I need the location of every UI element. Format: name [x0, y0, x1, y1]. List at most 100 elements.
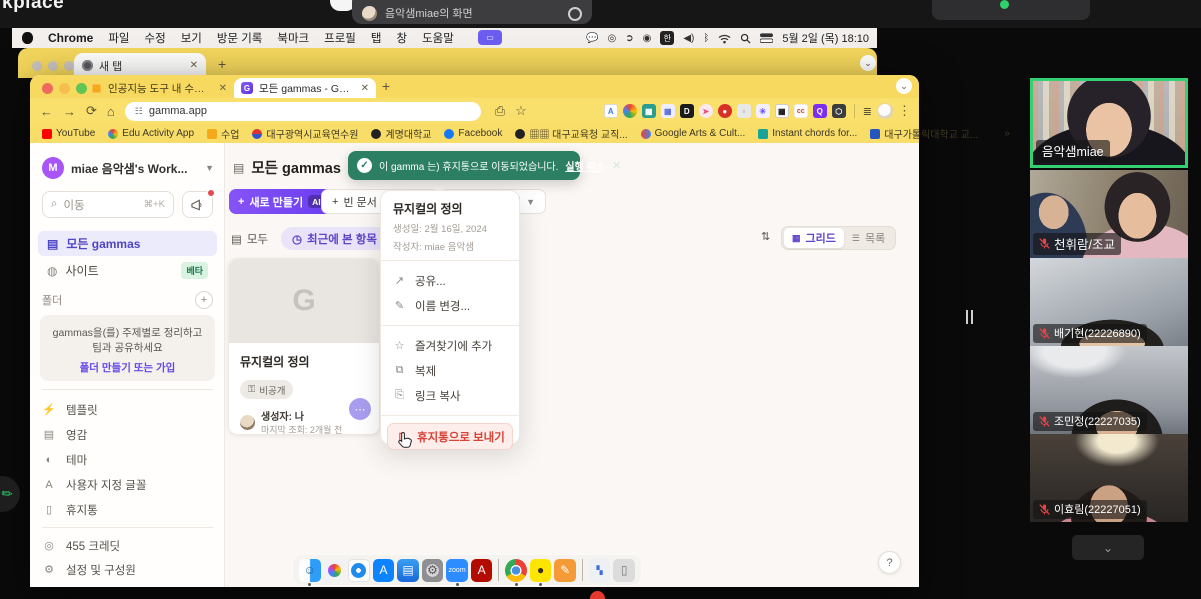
ext-teal-grid-icon[interactable]: ▦ [642, 104, 656, 118]
meeting-controls-pill[interactable] [932, 0, 1090, 20]
dock-settings-icon[interactable]: ⚙ [422, 559, 444, 582]
dock-finder-icon[interactable]: ☺ [299, 559, 321, 582]
dock-safari-icon[interactable] [348, 559, 370, 582]
sidebar-item-settings[interactable]: ⚙설정 및 구성원 [42, 557, 213, 582]
bookmark-star-icon[interactable]: ☆ [515, 103, 527, 119]
dock-chrome-icon[interactable] [505, 559, 527, 582]
create-folder-link[interactable]: 폴더 만들기 또는 가입 [40, 361, 215, 376]
dock-trash-icon[interactable]: ▯ [613, 559, 635, 582]
home-icon[interactable]: ⌂ [107, 104, 115, 119]
bookmark-youtube[interactable]: YouTube [42, 128, 95, 139]
bookmark-catholic-univ[interactable]: 대구가톨릭대학교 교... [870, 126, 978, 141]
apple-icon[interactable] [22, 32, 33, 44]
sidebar-item-sites[interactable]: ◍ 사이트 베타 [38, 258, 217, 283]
bluetooth-icon[interactable]: ᛒ [703, 33, 709, 44]
extensions-puzzle-icon[interactable]: ⬡ [832, 104, 846, 118]
ext-asterisk-icon[interactable]: ✳ [756, 104, 770, 118]
panel-resize-handle[interactable] [966, 310, 973, 324]
bookmark-facebook[interactable]: Facebook [444, 128, 502, 139]
tab-ai-tools[interactable]: 인공지능 도구 내 수업에 적용하기 ✕ [85, 78, 233, 98]
filter-recently-viewed[interactable]: ◷ 최근에 본 항목 [281, 227, 388, 250]
new-tab-button[interactable]: + [218, 56, 226, 72]
filter-all[interactable]: ▤ 모두 [231, 231, 268, 247]
dock-acrobat-icon[interactable]: A [471, 559, 493, 582]
video-tile[interactable]: 이효림(22227051) [1030, 434, 1188, 522]
tab-search-chevron-icon[interactable]: ⌄ [896, 78, 912, 94]
kebab-menu-icon[interactable]: ⋮ [898, 103, 911, 119]
back-icon[interactable]: ← [40, 104, 53, 119]
announcements-button[interactable] [182, 191, 213, 218]
window-controls-inactive[interactable] [32, 58, 80, 76]
workspace-switcher[interactable]: M miae 음악샘's Work... ▼ [42, 157, 214, 179]
sort-icon[interactable]: ⇅ [761, 230, 770, 243]
menu-item-copy-link[interactable]: ⎘링크 복사 [381, 383, 519, 408]
video-tile-speaker[interactable]: 음악샘miae [1030, 78, 1188, 168]
dock-minimized-window-thumbnail[interactable]: ▚ [589, 559, 611, 582]
ext-cc-icon[interactable]: cc [794, 104, 808, 118]
list-view-button[interactable]: ☰목록 [844, 230, 893, 246]
sidebar-item-custom-fonts[interactable]: A사용자 지정 글꼴 [42, 472, 213, 497]
adobe-cc-icon[interactable]: ◎ [607, 33, 616, 44]
menu-bookmarks[interactable]: 북마크 [277, 30, 309, 46]
input-source-icon[interactable]: 한 [660, 31, 674, 45]
profile-avatar[interactable] [877, 103, 893, 119]
sidebar-item-support[interactable]: ▣지원팀에 문의 [42, 580, 213, 587]
ext-purple-grid-icon[interactable]: ▦ [661, 104, 675, 118]
forward-icon[interactable]: → [63, 104, 76, 119]
close-tab-icon[interactable]: ✕ [361, 83, 369, 94]
site-info-icon[interactable]: ☷ [135, 106, 143, 117]
menu-item-rename[interactable]: ✎이름 변경... [381, 293, 519, 318]
spotlight-search-icon[interactable] [740, 33, 751, 44]
menu-help[interactable]: 도움말 [422, 30, 454, 46]
menu-item-add-favorite[interactable]: ☆즐겨찾기에 추가 [381, 333, 519, 358]
volume-icon[interactable]: ◀) [683, 33, 694, 44]
control-center-icon[interactable] [760, 33, 773, 43]
ext-translate-icon[interactable]: A [604, 104, 618, 118]
video-tile[interactable]: 조민정(22227035) [1030, 346, 1188, 434]
dock-launchpad-icon[interactable] [324, 559, 346, 582]
dock-pencil-app-icon[interactable]: ✎ [554, 559, 576, 582]
help-button[interactable]: ? [878, 551, 901, 574]
bookmark-daegu-edu[interactable]: 대구광역시교육연수원 [252, 126, 358, 141]
card-more-button[interactable]: ⋯ [349, 398, 371, 420]
menubar-clock[interactable]: 5월 2일 (목) 18:10 [782, 30, 869, 46]
reload-icon[interactable]: ⟳ [86, 103, 97, 119]
sidebar-item-credits[interactable]: ◎455 크레딧 [42, 533, 213, 558]
sidebar-item-templates[interactable]: ⚡템플릿 [42, 397, 213, 422]
sidebar-item-all-gammas[interactable]: ▤ 모든 gammas [38, 231, 217, 256]
video-tile[interactable]: 천휘람/조교 [1030, 170, 1188, 258]
sidebar-item-themes[interactable]: ◐테마 [42, 447, 213, 472]
dock-books-icon[interactable]: ▤ [397, 559, 419, 582]
menu-item-share[interactable]: ↗공유... [381, 268, 519, 293]
menu-history[interactable]: 방문 기록 [217, 30, 263, 46]
dock-app-store-icon[interactable]: A [373, 559, 395, 582]
undo-link[interactable]: 실행 취소 [565, 158, 605, 173]
grid-view-button[interactable]: ▦그리드 [784, 228, 844, 248]
menu-tab[interactable]: 탭 [371, 30, 382, 46]
menu-view[interactable]: 보기 [181, 30, 202, 46]
close-icon[interactable]: ✕ [612, 159, 621, 172]
sidebar-item-inspiration[interactable]: ▤영감 [42, 422, 213, 447]
menu-file[interactable]: 파일 [108, 30, 129, 46]
screen-share-pill[interactable]: 음악샘miae의 화면 [352, 0, 592, 24]
sidebar-item-trash[interactable]: ▯휴지통 [42, 497, 213, 522]
save-share-icon[interactable]: ⎙ [495, 103, 505, 119]
ext-gray-box-icon[interactable]: ▫ [737, 104, 751, 118]
bookmark-keimyung[interactable]: 계명대학교 [371, 126, 431, 141]
ext-q-icon[interactable]: Q [813, 104, 827, 118]
menu-edit[interactable]: 수정 [145, 30, 166, 46]
speech-bubble-icon[interactable]: 💬 [586, 33, 598, 44]
close-tab-icon[interactable]: ✕ [190, 60, 198, 71]
screen-record-indicator-icon[interactable]: ▭ [478, 30, 502, 45]
close-tab-icon[interactable]: ✕ [219, 83, 227, 94]
ext-qr-icon[interactable]: ▦ [775, 104, 789, 118]
new-tab-button[interactable]: + [382, 78, 390, 94]
add-folder-button[interactable]: + [195, 291, 213, 309]
bookmark-class[interactable]: 수업 [207, 126, 239, 141]
collapse-strip-button[interactable]: ⌄ [1072, 535, 1144, 560]
ext-pinwheel-icon[interactable] [623, 104, 637, 118]
bookmark-edu-activity[interactable]: Edu Activity App [108, 128, 194, 139]
create-new-button[interactable]: + 새로 만들기 AI [229, 189, 334, 214]
video-tile[interactable]: 배기현(22226890) [1030, 258, 1188, 346]
ext-pink-play-icon[interactable]: ➤ [699, 104, 713, 118]
